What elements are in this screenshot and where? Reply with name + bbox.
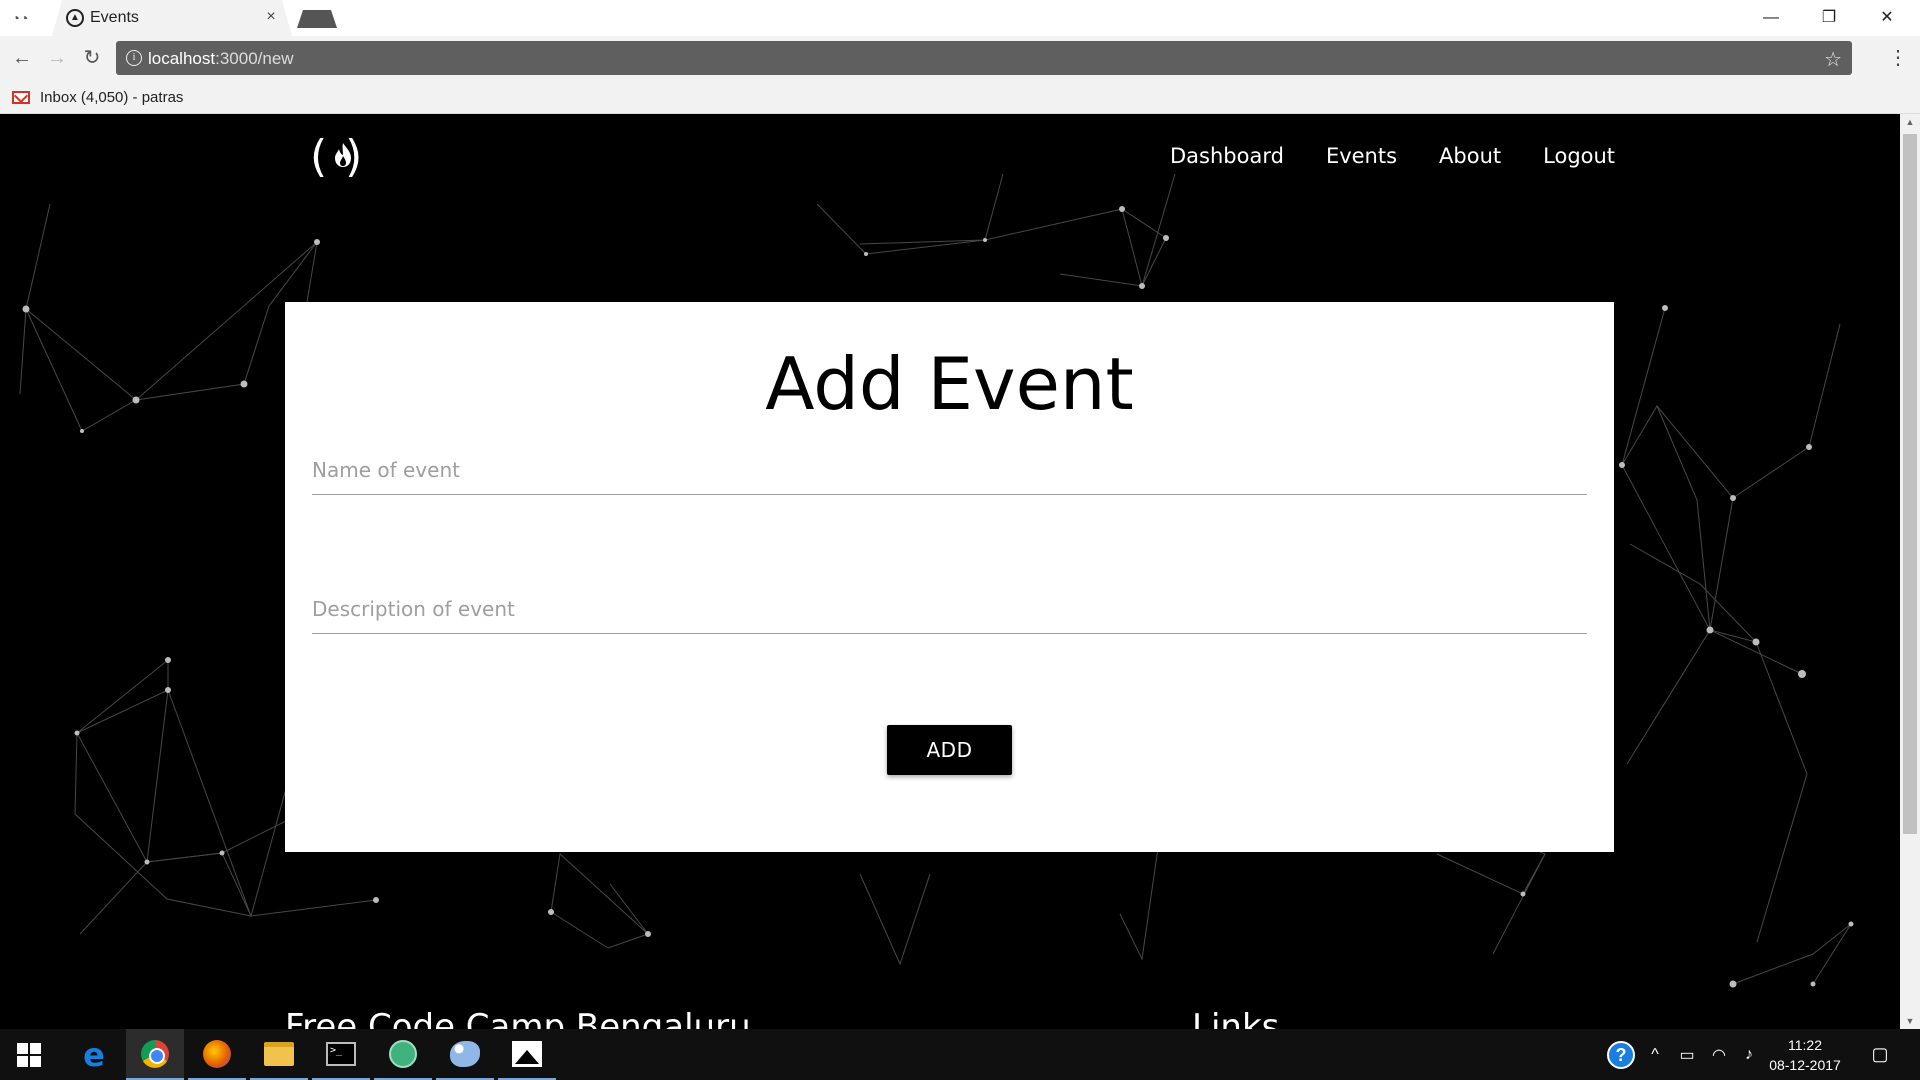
taskbar-terminal[interactable]: >_ xyxy=(312,1029,370,1080)
page-viewport: ( ) Dashboard Events About Logout Add Ev… xyxy=(0,114,1920,1029)
wifi-icon[interactable]: ◠ xyxy=(1704,1029,1734,1080)
atom-icon xyxy=(389,1039,417,1068)
address-bar[interactable]: i localhost:3000/new ☆ xyxy=(116,41,1852,75)
event-description-input[interactable] xyxy=(312,584,1587,634)
main-nav: Dashboard Events About Logout xyxy=(1170,144,1615,168)
tab-title: Events xyxy=(90,9,139,26)
gmail-icon xyxy=(12,90,30,104)
paint-icon xyxy=(450,1040,480,1067)
bookmarks-bar: Inbox (4,050) - patras xyxy=(0,80,1920,114)
address-url[interactable]: localhost:3000/new xyxy=(148,49,294,69)
scroll-up-arrow-icon[interactable]: ▲ xyxy=(1900,114,1920,130)
taskbar-edge[interactable]: e xyxy=(65,1029,123,1080)
event-name-input[interactable] xyxy=(312,445,1587,495)
back-arrow-icon[interactable]: ← xyxy=(10,46,34,70)
bookmark-inbox[interactable]: Inbox (4,050) - patras xyxy=(12,86,183,108)
tray-expand-icon[interactable]: ^ xyxy=(1640,1029,1670,1080)
help-icon[interactable]: ? xyxy=(1607,1041,1635,1069)
firefox-icon xyxy=(203,1039,231,1068)
browser-menu-icon[interactable]: ⋮ xyxy=(1888,46,1908,70)
page-title: Add Event xyxy=(765,342,1134,426)
file-explorer-icon xyxy=(264,1041,294,1066)
url-path: :3000/new xyxy=(215,49,294,68)
new-tab-button[interactable] xyxy=(297,10,337,28)
action-center-icon[interactable]: ▢ xyxy=(1865,1029,1895,1080)
terminal-icon: >_ xyxy=(326,1041,356,1066)
scrollbar-thumb[interactable] xyxy=(1903,134,1917,834)
fcc-favicon-icon: ▲ xyxy=(66,9,84,27)
incognito-icon: ◔◔ xyxy=(11,10,29,26)
start-button[interactable] xyxy=(0,1029,58,1080)
taskbar-paint[interactable] xyxy=(436,1029,494,1080)
flame-icon xyxy=(335,143,351,167)
battery-icon[interactable]: ▭ xyxy=(1672,1029,1702,1080)
taskbar-chrome[interactable] xyxy=(126,1029,184,1080)
nav-logout-link[interactable]: Logout xyxy=(1543,144,1615,168)
taskbar-photos[interactable] xyxy=(498,1029,556,1080)
add-event-button[interactable]: ADD xyxy=(887,725,1012,775)
windows-start-icon xyxy=(17,1042,41,1067)
add-event-card: Add Event ADD xyxy=(285,302,1614,852)
volume-icon[interactable]: ♪ xyxy=(1734,1029,1764,1080)
browser-titlebar: ◔◔ ▲ Events × — ❐ ✕ xyxy=(0,0,1920,36)
bookmark-label: Inbox (4,050) - patras xyxy=(40,88,184,106)
window-minimize-button[interactable]: — xyxy=(1742,4,1800,32)
fcc-logo[interactable]: ( ) xyxy=(310,130,376,184)
browser-toolbar: ← → ↻ i localhost:3000/new ☆ ⋮ xyxy=(0,36,1920,80)
site-header: ( ) Dashboard Events About Logout xyxy=(0,114,1900,214)
taskbar-clock[interactable]: 11:22 08-12-2017 xyxy=(1766,1029,1844,1080)
clock-date: 08-12-2017 xyxy=(1769,1056,1841,1073)
window-close-button[interactable]: ✕ xyxy=(1858,4,1916,32)
nav-about-link[interactable]: About xyxy=(1439,144,1501,168)
windows-taskbar: e >_ ? ^ ▭ ◠ ♪ 11:22 08-12-2017 ▢ xyxy=(0,1029,1920,1080)
footer-heading-links: Links xyxy=(1192,1007,1280,1029)
site-info-icon[interactable]: i xyxy=(126,50,142,66)
taskbar-file-explorer[interactable] xyxy=(250,1029,308,1080)
reload-icon[interactable]: ↻ xyxy=(80,46,104,70)
taskbar-atom[interactable] xyxy=(374,1029,432,1080)
page-scrollbar[interactable]: ▲ ▼ xyxy=(1900,114,1920,1029)
tab-close-icon[interactable]: × xyxy=(262,8,280,26)
chrome-icon xyxy=(141,1039,169,1068)
forward-arrow-icon[interactable]: → xyxy=(45,46,69,70)
browser-tab[interactable]: ▲ Events × xyxy=(52,0,292,36)
footer-heading-fcc: Free Code Camp Bengaluru xyxy=(285,1007,751,1029)
bookmark-star-icon[interactable]: ☆ xyxy=(1824,47,1842,72)
nav-dashboard-link[interactable]: Dashboard xyxy=(1170,144,1284,168)
edge-icon: e xyxy=(83,1035,105,1074)
nav-events-link[interactable]: Events xyxy=(1326,144,1397,168)
photos-icon xyxy=(512,1040,542,1067)
clock-time: 11:22 xyxy=(1788,1036,1822,1053)
window-restore-button[interactable]: ❐ xyxy=(1800,4,1858,32)
url-host: localhost xyxy=(148,49,216,68)
taskbar-firefox[interactable] xyxy=(188,1029,246,1080)
scroll-down-arrow-icon[interactable]: ▼ xyxy=(1900,1013,1920,1029)
